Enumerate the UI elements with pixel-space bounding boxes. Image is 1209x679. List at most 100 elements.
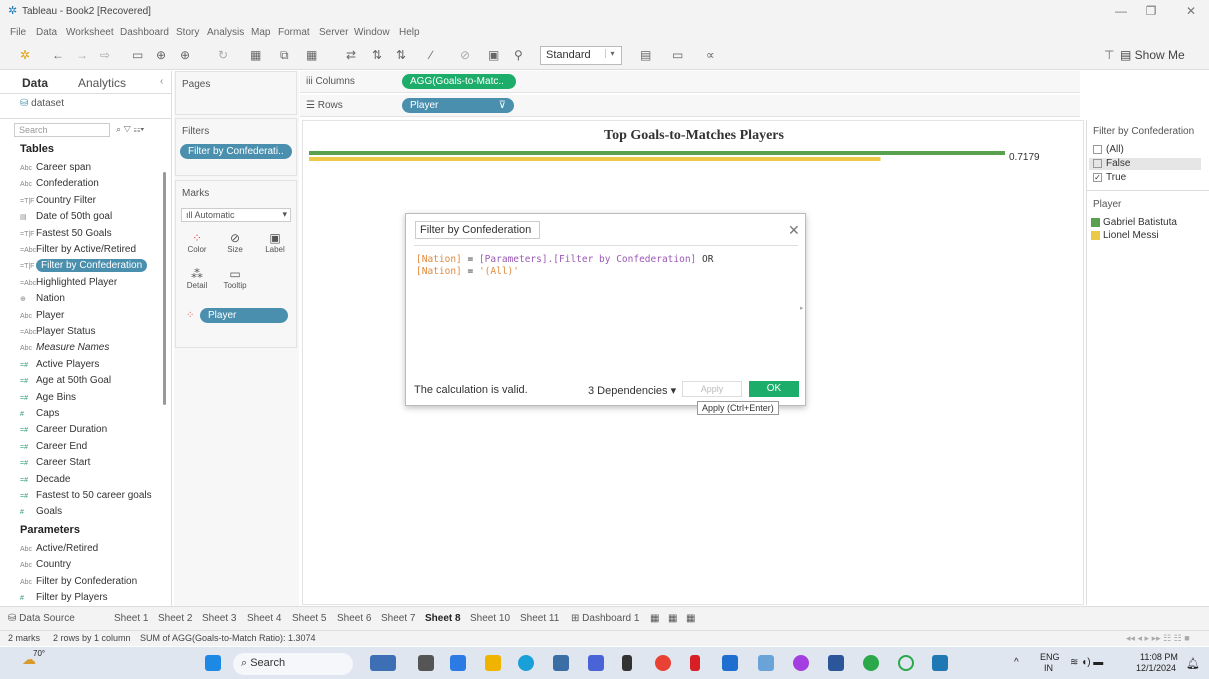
field-item[interactable]: =# Decade <box>0 472 160 488</box>
tab-sheet-10[interactable]: Sheet 10 <box>470 613 510 624</box>
bar-lionel-messi[interactable] <box>309 157 881 161</box>
label-button[interactable]: ▣ Label <box>260 231 290 254</box>
language-bottom[interactable]: IN <box>1044 663 1053 673</box>
share-icon[interactable]: ∝ <box>706 48 715 62</box>
field-item[interactable]: # Caps <box>0 406 160 422</box>
field-item[interactable]: =# Age Bins <box>0 390 160 406</box>
rows-pill[interactable]: Player ⊽ <box>402 98 514 113</box>
show-me-button[interactable]: ▤ Show Me <box>1120 48 1185 62</box>
tab-sheet-11[interactable]: Sheet 11 <box>520 613 559 624</box>
field-item[interactable]: =# Career End <box>0 439 160 455</box>
labels-icon[interactable]: ▣ <box>488 48 499 62</box>
filter-option-false[interactable]: False <box>1089 158 1201 170</box>
filter-option-all[interactable]: (All) <box>1093 144 1124 156</box>
taskbar-search[interactable]: ⌕ Search <box>233 653 353 675</box>
tab-sheet-8[interactable]: Sheet 8 <box>425 613 461 624</box>
calc-editor[interactable]: [Nation] = [Parameters].[Filter by Confe… <box>416 254 713 278</box>
field-item[interactable]: Abc Confederation <box>0 176 160 192</box>
taskbar-app-icon[interactable] <box>553 655 569 671</box>
search-icon[interactable]: ⌕ ▽ ☷▾ <box>116 124 144 135</box>
tab-data[interactable]: Data <box>22 76 48 90</box>
new-dashboard-icon[interactable]: ▦ <box>668 613 677 624</box>
apply-button[interactable]: Apply <box>682 381 742 397</box>
tab-sheet-3[interactable]: Sheet 3 <box>202 613 236 624</box>
tableau-home-icon[interactable]: ✲ <box>20 48 30 62</box>
taskbar-app-icon[interactable] <box>622 655 632 671</box>
field-item[interactable]: =# Career Duration <box>0 422 160 438</box>
field-item[interactable]: =# Fastest to 50 career goals <box>0 488 160 504</box>
detail-button[interactable]: ⁂ Detail <box>182 267 212 290</box>
netflix-icon[interactable] <box>690 655 700 671</box>
taskbar-app-icon[interactable] <box>898 655 914 671</box>
pin-icon[interactable]: ⊤ <box>1104 48 1114 62</box>
field-item[interactable]: ▤ Date of 50th goal <box>0 209 160 225</box>
notification-bell-icon[interactable]: 🔔︎ <box>1186 657 1200 670</box>
wifi-icon[interactable]: ≋ ◖) ▬ <box>1070 657 1103 668</box>
menu-analysis[interactable]: Analysis <box>207 27 244 38</box>
menu-map[interactable]: Map <box>251 27 270 38</box>
taskbar-app-icon[interactable] <box>450 655 466 671</box>
field-item[interactable]: =T|F Fastest 50 Goals <box>0 226 160 242</box>
tooltip-button[interactable]: ▭ Tooltip <box>220 267 250 290</box>
taskbar-app-icon[interactable] <box>758 655 774 671</box>
tab-sheet-7[interactable]: Sheet 7 <box>381 613 415 624</box>
new-story-icon[interactable]: ▦ <box>686 613 695 624</box>
field-item[interactable]: =AbcFilter by Active/Retired <box>0 242 160 258</box>
color-button[interactable]: ⁘ Color <box>182 231 212 254</box>
pause-updates-icon[interactable]: ⊕ <box>180 48 190 62</box>
chrome-icon[interactable] <box>655 655 671 671</box>
menu-file[interactable]: File <box>10 27 26 38</box>
menu-worksheet[interactable]: Worksheet <box>66 27 114 38</box>
field-item[interactable]: # Goals <box>0 504 160 520</box>
pages-card[interactable]: Pages <box>175 71 297 115</box>
collapse-pane-icon[interactable]: ‹ <box>160 76 163 87</box>
tab-dashboard-1[interactable]: ⊞ Dashboard 1 <box>571 613 639 624</box>
forward-icon[interactable]: → <box>76 48 88 62</box>
new-worksheet-icon[interactable]: ▦ <box>650 613 659 624</box>
field-item[interactable]: =# Age at 50th Goal <box>0 373 160 389</box>
new-datasource-icon[interactable]: ⊕ <box>156 48 166 62</box>
datasource-item[interactable]: ⛁ dataset <box>20 98 64 109</box>
scrollbar[interactable] <box>163 172 166 405</box>
refresh-icon[interactable]: ↻ <box>218 48 228 62</box>
field-item[interactable]: =# Active Players <box>0 357 160 373</box>
parameter-item[interactable]: Abc Filter by Confederation <box>0 574 160 590</box>
close-icon[interactable]: ✕ <box>788 222 800 239</box>
back-icon[interactable]: ← <box>52 48 64 62</box>
field-item[interactable]: =T|F Country Filter <box>0 193 160 209</box>
tab-sheet-5[interactable]: Sheet 5 <box>292 613 326 624</box>
tab-sheet-2[interactable]: Sheet 2 <box>158 613 192 624</box>
tab-sheet-4[interactable]: Sheet 4 <box>247 613 281 624</box>
mark-type-dropdown[interactable]: ıll Automatic ▾ <box>181 208 291 222</box>
marks-player-pill[interactable]: Player <box>200 308 288 323</box>
highlight-icon[interactable]: ∕ <box>430 48 432 62</box>
taskbar-app-icon[interactable] <box>588 655 604 671</box>
fix-axes-icon[interactable]: ⚲ <box>514 48 523 62</box>
minimize-icon[interactable]: — <box>1110 4 1132 20</box>
tab-analytics[interactable]: Analytics <box>78 76 126 90</box>
sort-asc-icon[interactable]: ⇅ <box>372 48 382 62</box>
show-cards-icon[interactable]: ▤ <box>640 48 651 62</box>
menu-dashboard[interactable]: Dashboard <box>120 27 169 38</box>
chevron-up-icon[interactable]: ^ <box>1014 657 1019 668</box>
parameter-item[interactable]: Abc Country <box>0 557 160 573</box>
filter-option-true[interactable]: ✓ True <box>1093 172 1126 184</box>
columns-pill[interactable]: AGG(Goals-to-Matc.. <box>402 74 516 89</box>
dependencies-dropdown[interactable]: 3 Dependencies ▾ <box>588 384 676 397</box>
clock-date[interactable]: 12/1/2024 <box>1136 663 1176 673</box>
windows-start-icon[interactable] <box>205 655 221 671</box>
menu-window[interactable]: Window <box>354 27 390 38</box>
tab-sheet-1[interactable]: Sheet 1 <box>114 613 148 624</box>
ok-button[interactable]: OK <box>749 381 799 397</box>
tab-sheet-6[interactable]: Sheet 6 <box>337 613 371 624</box>
duplicate-sheet-icon[interactable]: ⧉ <box>280 48 289 62</box>
field-item[interactable]: =AbcHighlighted Player <box>0 275 160 291</box>
sheet-nav-icon[interactable]: ◂◂ ◂ ▸ ▸▸ ☷ ☷ ■ <box>1126 633 1190 644</box>
chrome-profile-icon[interactable] <box>793 655 809 671</box>
parameter-item[interactable]: Abc Active/Retired <box>0 541 160 557</box>
field-item[interactable]: =AbcPlayer Status <box>0 324 160 340</box>
file-explorer-icon[interactable] <box>485 655 501 671</box>
group-icon[interactable]: ⊘ <box>460 48 470 62</box>
search-input[interactable]: Search <box>14 123 110 137</box>
size-button[interactable]: ⊘ Size <box>220 231 250 254</box>
